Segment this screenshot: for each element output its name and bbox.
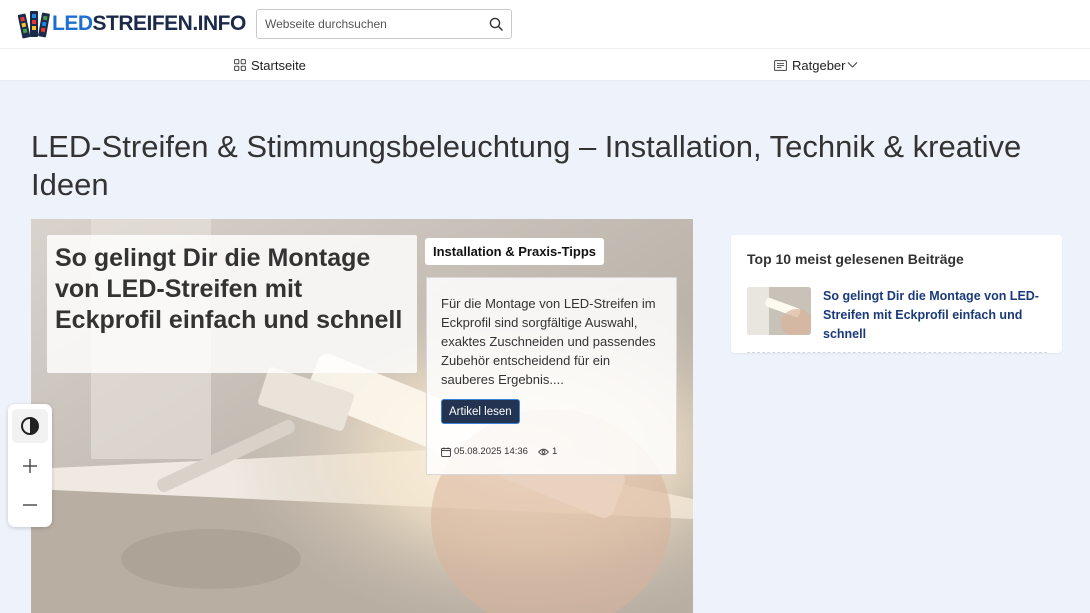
nav-item-startseite[interactable]: Startseite — [234, 49, 306, 81]
top-articles-widget: Top 10 meist gelesenen Beiträge So gelin… — [731, 235, 1062, 353]
calendar-icon — [441, 446, 451, 457]
article-meta: 05.08.2025 14:36 1 — [441, 446, 557, 457]
search-input[interactable] — [257, 10, 481, 38]
top-article-link[interactable]: So gelingt Dir die Montage von LED-Strei… — [823, 287, 1047, 352]
accessibility-toolbar — [8, 404, 52, 527]
plus-icon — [23, 459, 37, 473]
logo-text-highlight: LED — [52, 12, 93, 35]
nav-item-label: Ratgeber — [792, 57, 846, 73]
article-date: 05.08.2025 14:36 — [454, 446, 528, 457]
grid-icon — [234, 59, 246, 71]
top-header: LEDSTREIFEN.INFO — [0, 0, 1090, 48]
search-box — [256, 9, 512, 39]
widget-title: Top 10 meist gelesenen Beiträge — [747, 251, 964, 267]
zoom-out-button[interactable] — [12, 488, 48, 522]
logo-text-rest: STREIFEN.INFO — [92, 12, 247, 35]
nav-item-ratgeber[interactable]: Ratgeber — [774, 49, 858, 81]
chevron-down-icon — [848, 62, 858, 68]
article-views: 1 — [537, 446, 558, 457]
article-thumbnail[interactable] — [747, 287, 811, 335]
site-logo[interactable]: LEDSTREIFEN.INFO — [17, 8, 246, 40]
hero-title[interactable]: So gelingt Dir die Montage von LED-Strei… — [55, 243, 409, 336]
article-excerpt: Für die Montage von LED-Streifen im Eckp… — [441, 296, 656, 387]
page-title: LED-Streifen & Stimmungsbeleuchtung – In… — [31, 129, 1022, 202]
contrast-icon — [21, 417, 39, 435]
excerpt-card: Für die Montage von LED-Streifen im Eckp… — [426, 277, 677, 475]
article-view-count: 1 — [551, 446, 558, 457]
minus-icon — [23, 504, 37, 506]
search-icon[interactable] — [481, 10, 511, 38]
logo-text: LEDSTREIFEN.INFO — [52, 12, 246, 36]
category-badge[interactable]: Installation & Praxis-Tipps — [425, 238, 605, 265]
led-strip-logo-icon — [17, 8, 50, 40]
zoom-in-button[interactable] — [12, 449, 48, 483]
featured-article[interactable]: So gelingt Dir die Montage von LED-Strei… — [31, 219, 693, 613]
main-navigation: Startseite Ratgeber — [0, 48, 1090, 80]
list-icon — [774, 59, 787, 71]
hero-title-box: So gelingt Dir die Montage von LED-Strei… — [47, 235, 417, 373]
contrast-toggle-button[interactable] — [12, 409, 48, 443]
nav-item-label: Startseite — [251, 57, 306, 73]
eye-icon — [537, 448, 549, 455]
list-item[interactable]: So gelingt Dir die Montage von LED-Strei… — [747, 287, 1047, 353]
read-article-button[interactable]: Artikel lesen — [441, 399, 520, 424]
